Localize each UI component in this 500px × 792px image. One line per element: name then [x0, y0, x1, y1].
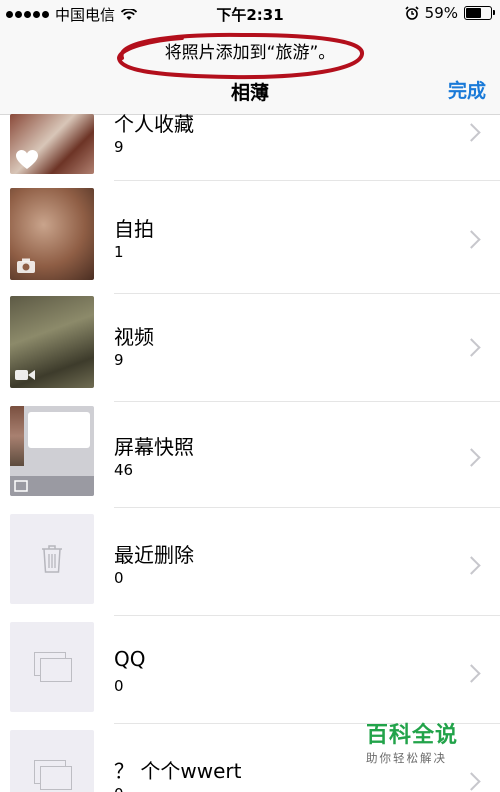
- album-name: 视频: [114, 325, 154, 349]
- screenshot-dialog-preview: [28, 412, 90, 448]
- chevron-right-icon: [462, 448, 481, 467]
- album-count: 0: [114, 569, 124, 587]
- album-thumbnail: [10, 622, 94, 712]
- album-row-screenshots[interactable]: 屏幕快照 46: [0, 406, 500, 513]
- screenshot-photo-strip: [10, 406, 24, 466]
- chevron-right-icon: [462, 772, 481, 791]
- screenshot-icon: [14, 480, 28, 492]
- status-right: 59%: [405, 4, 495, 22]
- chevron-right-icon: [462, 338, 481, 357]
- album-thumbnail: [10, 296, 94, 388]
- album-count: 9: [114, 138, 124, 156]
- add-to-album-prompt: 将照片添加到“旅游”。: [164, 43, 336, 63]
- chevron-right-icon: [462, 556, 481, 575]
- album-count: 0: [114, 677, 124, 695]
- row-divider: [114, 507, 500, 508]
- album-thumbnail: [10, 730, 94, 792]
- watermark-title: 百科全说: [366, 723, 459, 748]
- chevron-right-icon: [462, 664, 481, 683]
- battery-fill: [466, 8, 482, 18]
- album-name: ？ 个个wwert: [114, 759, 242, 783]
- album-count: 46: [114, 461, 134, 479]
- album-row-recently-deleted[interactable]: 最近删除 0: [0, 514, 500, 621]
- row-divider: [114, 293, 500, 294]
- album-thumbnail: [10, 406, 94, 496]
- trash-icon: [42, 545, 62, 573]
- heart-icon: [16, 150, 38, 169]
- album-name: 自拍: [114, 217, 154, 241]
- row-divider: [114, 615, 500, 616]
- watermark-subtitle: 助你轻松解决: [366, 751, 447, 765]
- album-thumbnail: [10, 188, 94, 280]
- album-row-qq[interactable]: QQ 0: [0, 622, 500, 729]
- page-title: 相薄: [230, 82, 269, 104]
- album-row-videos[interactable]: 视频 9: [0, 296, 500, 403]
- watermark: 百科全说 助你轻松解决: [366, 717, 458, 766]
- selfie-camera-icon: [17, 258, 35, 273]
- album-name: 个人收藏: [114, 112, 194, 136]
- alarm-clock-icon: [405, 6, 419, 20]
- album-name: 屏幕快照: [114, 435, 194, 459]
- battery-icon: [464, 6, 495, 20]
- battery-percent: 59%: [424, 4, 458, 22]
- navigation-bar: 将照片添加到“旅游”。 相薄 完成: [0, 28, 500, 115]
- row-divider: [114, 401, 500, 402]
- album-thumbnail: [10, 514, 94, 604]
- album-count: 1: [114, 243, 124, 261]
- album-thumbnail: [10, 114, 94, 174]
- status-bar: 中国电信 下午2:31 59%: [0, 0, 500, 28]
- video-camera-icon: [15, 370, 35, 380]
- chevron-right-icon: [462, 123, 481, 142]
- album-name: 最近删除: [114, 543, 194, 567]
- done-button[interactable]: 完成: [448, 76, 486, 103]
- album-row-selfies[interactable]: 自拍 1: [0, 188, 500, 295]
- row-divider: [114, 180, 500, 181]
- album-count: 9: [114, 351, 124, 369]
- album-count: 0: [114, 785, 124, 792]
- chevron-right-icon: [462, 230, 481, 249]
- album-name: QQ: [114, 647, 146, 671]
